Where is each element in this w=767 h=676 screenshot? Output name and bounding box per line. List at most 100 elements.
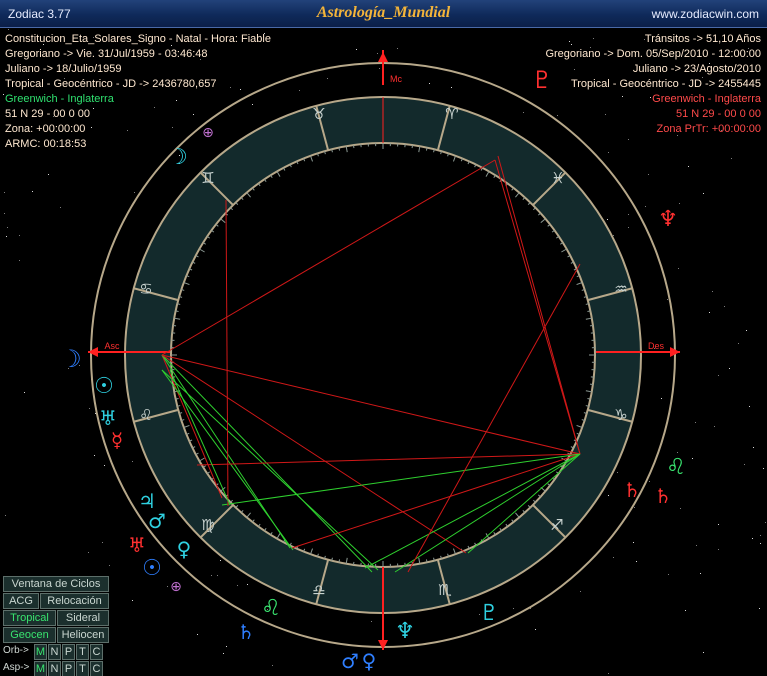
asp-toggle-c[interactable]: C xyxy=(90,661,103,676)
star xyxy=(172,127,173,128)
venus-natal-icon[interactable]: ♀ xyxy=(177,537,192,561)
star xyxy=(650,97,651,98)
mc-arrow-icon xyxy=(378,52,388,62)
saturn-natal-icon[interactable]: ♄ xyxy=(623,478,641,502)
star xyxy=(574,69,575,70)
star xyxy=(93,108,94,109)
star xyxy=(93,37,94,38)
sun-transit-icon[interactable]: ☉ xyxy=(142,556,162,581)
geocentric-button[interactable]: Geocen xyxy=(3,627,56,643)
star xyxy=(695,422,696,423)
star xyxy=(48,174,49,175)
star xyxy=(10,116,11,117)
orb-toggle-p[interactable]: P xyxy=(62,644,75,660)
star xyxy=(605,114,606,115)
star xyxy=(53,116,54,117)
aries-icon: ♈ xyxy=(445,105,458,123)
star xyxy=(731,158,732,159)
star xyxy=(60,207,61,208)
moon-transit-icon[interactable]: ☽ xyxy=(60,345,82,373)
degree-tick xyxy=(177,405,181,407)
neptune-natal-icon[interactable]: ♆ xyxy=(395,619,415,644)
star xyxy=(746,330,747,331)
star xyxy=(668,574,669,575)
uranus-transit-icon[interactable]: ♅ xyxy=(128,533,146,557)
star xyxy=(712,291,713,292)
degree-tick xyxy=(331,149,333,153)
ic-arrow-icon xyxy=(378,640,388,650)
degree-tick xyxy=(175,397,179,400)
relocation-button[interactable]: Relocación xyxy=(40,593,109,609)
orb-label: Orb-> xyxy=(3,645,29,656)
venus-transit-icon[interactable]: ♀ xyxy=(362,649,377,673)
star xyxy=(571,44,572,45)
tropical-button[interactable]: Tropical xyxy=(3,610,56,626)
star xyxy=(226,646,227,647)
moon-natal-icon[interactable]: ☽ xyxy=(168,145,188,170)
star xyxy=(709,35,710,36)
star xyxy=(729,368,730,369)
star xyxy=(102,542,103,543)
node-natal-icon[interactable]: ♌ xyxy=(261,596,281,621)
star xyxy=(613,557,614,558)
star xyxy=(247,584,248,585)
star xyxy=(397,48,398,49)
acg-button[interactable]: ACG xyxy=(3,593,39,609)
asp-toggle-n[interactable]: N xyxy=(48,661,61,676)
asp-toggle-m[interactable]: M xyxy=(34,661,47,676)
orb-toggle-n[interactable]: N xyxy=(48,644,61,660)
star xyxy=(272,665,273,666)
star xyxy=(176,100,177,101)
part-of-fortune-natal-icon[interactable]: ⊕ xyxy=(202,125,214,141)
orb-toggle-t[interactable]: T xyxy=(76,644,89,660)
star xyxy=(7,227,8,228)
mars-transit-icon[interactable]: ♂ xyxy=(341,649,359,673)
star xyxy=(230,87,231,88)
mercury-transit-icon[interactable]: ☿ xyxy=(111,428,123,452)
pluto-transit-icon[interactable]: ♇ xyxy=(531,66,553,94)
star xyxy=(703,652,704,653)
sun-natal-icon[interactable]: ☉ xyxy=(94,374,114,399)
star xyxy=(19,235,20,236)
star xyxy=(760,535,761,536)
uranus-natal-icon[interactable]: ♅ xyxy=(99,406,117,430)
degree-tick xyxy=(331,557,333,561)
star xyxy=(690,80,691,81)
orb-toggle-c[interactable]: C xyxy=(90,644,103,660)
asc-label: Asc xyxy=(104,341,120,351)
star xyxy=(608,152,609,153)
pluto-natal-icon[interactable]: ♇ xyxy=(479,601,499,626)
star xyxy=(513,608,514,609)
degree-tick xyxy=(177,303,181,305)
star xyxy=(557,115,558,116)
star xyxy=(6,236,7,237)
mars-natal-icon[interactable]: ♂ xyxy=(148,509,166,533)
neptune-transit-icon[interactable]: ♆ xyxy=(658,207,678,232)
cycles-window-button[interactable]: Ventana de Ciclos xyxy=(3,576,109,592)
asp-toggle-t[interactable]: T xyxy=(76,661,89,676)
capricorn-icon: ♑ xyxy=(614,406,627,424)
sidereal-button[interactable]: Sideral xyxy=(57,610,109,626)
orb-toggle-m[interactable]: M xyxy=(34,644,47,660)
saturn-transit-icon[interactable]: ♄ xyxy=(237,620,255,644)
chart-wheel[interactable]: ♈ ♉ ♊ ♋ ♌ ♍ ♎ ♏ ♐ ♑ ♒ ♓ Mc Asc Des ☽ ⊕ ☽… xyxy=(0,0,767,676)
star xyxy=(718,375,719,376)
star xyxy=(678,268,679,269)
star xyxy=(709,63,710,64)
star xyxy=(154,107,155,108)
asp-toggle-p[interactable]: P xyxy=(62,661,75,676)
star xyxy=(89,408,90,409)
part-of-fortune-transit-icon[interactable]: ⊕ xyxy=(170,579,182,595)
star xyxy=(377,53,378,54)
heliocentric-button[interactable]: Heliocen xyxy=(57,627,109,643)
star xyxy=(109,565,110,566)
star xyxy=(580,591,581,592)
star xyxy=(744,464,745,465)
star xyxy=(535,629,536,630)
star xyxy=(5,515,6,516)
saturn-natal-2-icon[interactable]: ♄ xyxy=(654,484,672,508)
asp-label: Asp-> xyxy=(3,662,30,673)
node-transit-icon[interactable]: ♌ xyxy=(666,455,686,480)
star xyxy=(613,235,614,236)
star xyxy=(4,192,5,193)
